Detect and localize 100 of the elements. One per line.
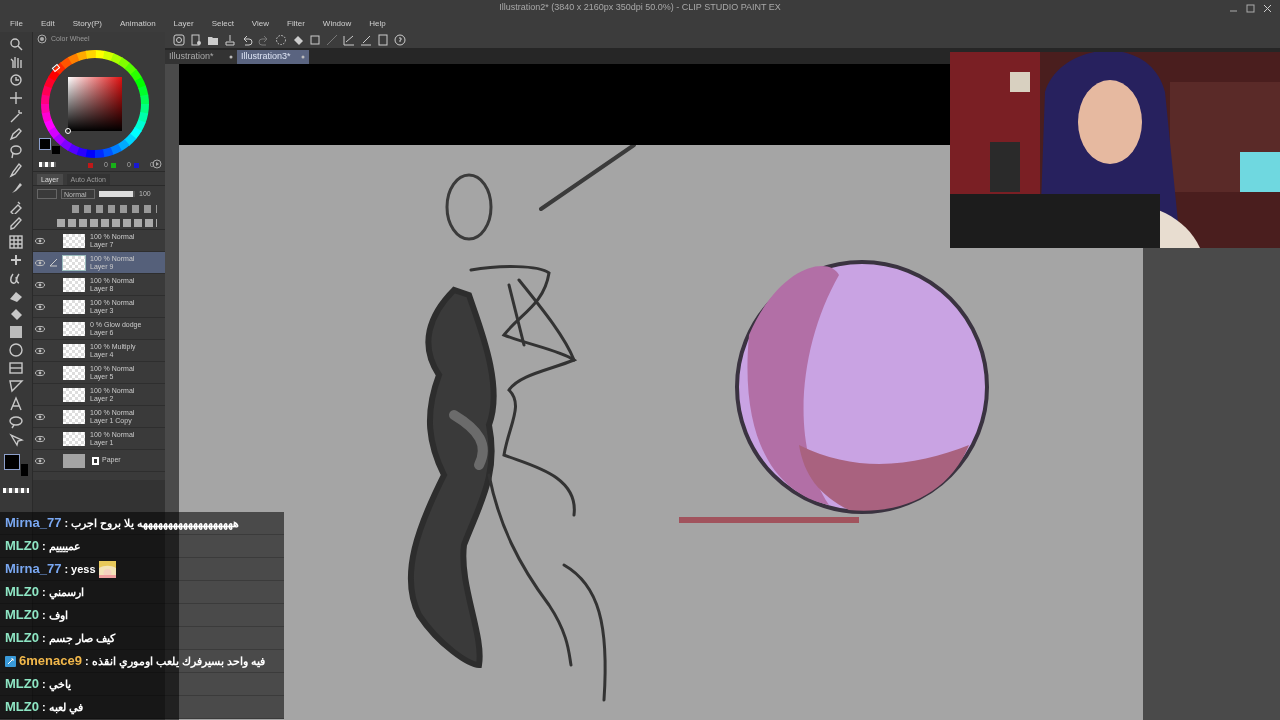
folder-icon[interactable] [207, 34, 219, 46]
chat-username: MLZ0 [5, 675, 39, 694]
maximize-icon[interactable] [1246, 3, 1255, 13]
chat-username: MLZ0 [5, 606, 39, 625]
pencil-icon[interactable] [8, 162, 24, 178]
layer-thumbnail [63, 255, 85, 270]
menu-item[interactable]: Help [369, 18, 386, 30]
settings-icon[interactable] [152, 159, 162, 169]
tablet-icon[interactable] [377, 34, 389, 46]
gradient-icon[interactable] [8, 324, 24, 340]
undo-icon[interactable] [241, 34, 253, 46]
layer-color-dropdown[interactable] [37, 189, 57, 199]
close-icon[interactable] [1263, 3, 1272, 13]
layer-thumbnail [63, 277, 85, 292]
chat-username: MLZ0 [5, 583, 39, 602]
layer-lock-icons[interactable] [72, 205, 157, 213]
special-ruler-icon[interactable] [360, 34, 372, 46]
ruler-snap-icon[interactable] [343, 34, 355, 46]
layer-thumbnail [63, 343, 85, 358]
main-color-swatch[interactable] [39, 138, 51, 150]
eye-icon[interactable] [35, 368, 45, 377]
eye-icon[interactable] [35, 280, 45, 289]
marker-icon[interactable] [8, 216, 24, 232]
eye-icon[interactable] [35, 258, 45, 267]
eye-icon[interactable] [35, 434, 45, 443]
channel-swatch [88, 162, 93, 168]
clock-icon[interactable] [8, 72, 24, 88]
badge-icon[interactable] [5, 655, 16, 667]
color-wheel[interactable] [39, 48, 151, 160]
window-title: Illustration2* (3840 x 2160px 350dpi 50.0%) - CLIP STUDIO PAINT EX [499, 1, 781, 15]
eye-icon[interactable] [35, 324, 45, 333]
layer-thumbnail [63, 365, 85, 380]
close-dot-icon[interactable] [229, 55, 233, 59]
fill-icon[interactable] [292, 34, 304, 46]
paper-icon[interactable] [91, 455, 100, 466]
layer-actions-icons[interactable] [57, 218, 157, 227]
eye-icon[interactable] [35, 346, 45, 355]
document-tab[interactable]: Illustration* [165, 50, 237, 64]
pencil-icon[interactable] [48, 258, 58, 267]
layer-thumbnail [63, 453, 85, 468]
help-icon[interactable] [394, 34, 406, 46]
eye-icon[interactable] [35, 236, 45, 245]
chat-message: : ياخي [41, 676, 71, 693]
layer-thumbnail [63, 431, 85, 446]
chat-message: : هههههههههههههههههههه يلا بروح اجرب [64, 515, 240, 532]
close-dot-icon[interactable] [301, 55, 305, 59]
wand-icon[interactable] [8, 108, 24, 124]
chat-username: MLZ0 [5, 629, 39, 648]
cursor-icon[interactable] [8, 432, 24, 448]
chat-username: Mirna_77 [5, 560, 62, 579]
snap-icon[interactable] [326, 34, 338, 46]
redo-icon[interactable] [258, 34, 270, 46]
crop-icon[interactable] [309, 34, 321, 46]
menu-item[interactable]: Animation [120, 18, 156, 30]
ruler-icon[interactable] [8, 378, 24, 394]
chat-message: : في لعبه [41, 699, 83, 716]
main-color-swatch[interactable] [4, 454, 20, 470]
menu-item[interactable]: Edit [40, 18, 55, 30]
layer-thumbnail [63, 409, 85, 424]
move-icon[interactable] [8, 90, 24, 106]
chat-message: : اوف [41, 607, 68, 624]
sub-color-swatch[interactable] [52, 146, 60, 154]
chat-message: : yess [64, 561, 96, 577]
document-tab[interactable]: Illustration3* [237, 50, 309, 64]
circle-icon[interactable] [8, 342, 24, 358]
search-icon[interactable] [8, 36, 24, 52]
menu-item[interactable]: View [251, 18, 270, 30]
chat-message: : ارسمني [41, 584, 84, 601]
chat-message: : فيه واحد بسيرفرك يلعب اوموري انقذه [84, 653, 265, 670]
layer-thumbnail [63, 387, 85, 402]
grid-icon[interactable] [8, 234, 24, 250]
menu-item[interactable]: Filter [287, 18, 305, 30]
transparent-swatch[interactable] [39, 162, 56, 167]
layer-thumbnail [63, 233, 85, 248]
save-icon[interactable] [224, 34, 236, 46]
hand-icon[interactable] [8, 54, 24, 70]
camera-icon[interactable] [173, 34, 185, 46]
eye-icon[interactable] [35, 456, 45, 465]
chat-message: : عمييييم [41, 538, 81, 555]
transparent-swatch[interactable] [3, 488, 29, 493]
menu-item[interactable]: File [10, 18, 23, 30]
menu-item[interactable]: Select [211, 18, 234, 30]
menu-item[interactable]: Window [322, 18, 352, 30]
chat-message: : كيف صار جسم [41, 630, 115, 647]
new-file-icon[interactable] [190, 34, 202, 46]
eye-icon[interactable] [35, 302, 45, 311]
pen-icon[interactable] [8, 126, 24, 142]
frame-icon[interactable] [8, 360, 24, 376]
selection-icon[interactable] [275, 34, 287, 46]
speech-bubble-icon[interactable] [8, 414, 24, 430]
text-icon[interactable] [8, 396, 24, 412]
chat-username: Mirna_77 [5, 514, 62, 533]
menu-item[interactable]: Story(P) [72, 18, 103, 30]
eye-icon[interactable] [35, 412, 45, 421]
menu-item[interactable]: Layer [173, 18, 194, 30]
layer-thumbnail [63, 299, 85, 314]
sub-color-swatch[interactable] [21, 464, 28, 476]
channel-swatch [134, 162, 139, 168]
opacity-slider[interactable] [99, 191, 135, 197]
lasso-icon[interactable] [8, 144, 24, 160]
